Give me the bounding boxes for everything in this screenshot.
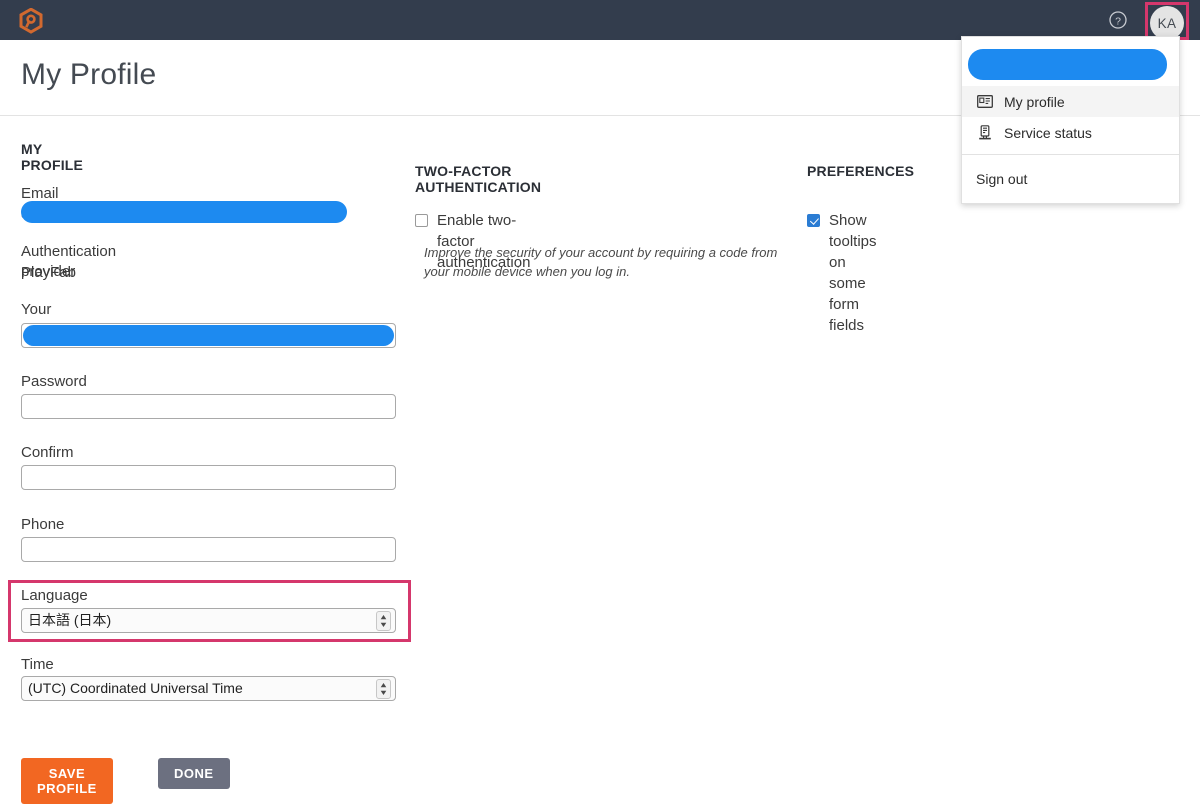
account-name-redaction — [968, 49, 1167, 80]
two-factor-hint-line-1: Improve the security of your account by … — [424, 245, 778, 260]
chevron-updown-icon — [376, 679, 391, 699]
playfab-logo[interactable] — [18, 7, 44, 34]
your-name-redaction — [23, 325, 394, 346]
page-title: My Profile — [21, 58, 157, 91]
user-account-menu: My profile Service status Sign out — [961, 36, 1180, 204]
show-tooltips-row[interactable]: Show tooltips on some form fields — [807, 210, 877, 336]
svg-text:?: ? — [1115, 15, 1121, 27]
confirm-password-input[interactable] — [21, 465, 396, 490]
top-navigation-bar: ? KA — [0, 0, 1200, 40]
chevron-updown-icon — [376, 611, 391, 631]
preferences-section-title: PREFERENCES — [807, 163, 915, 179]
time-zone-select-value: (UTC) Coordinated Universal Time — [28, 680, 243, 696]
server-icon — [976, 124, 993, 141]
language-select[interactable]: 日本語 (日本) — [21, 608, 396, 633]
avatar: KA — [1150, 6, 1184, 40]
menu-item-my-profile[interactable]: My profile — [962, 86, 1179, 117]
enable-two-factor-checkbox[interactable] — [415, 214, 428, 227]
help-icon[interactable]: ? — [1108, 10, 1128, 30]
menu-item-service-status[interactable]: Service status — [962, 117, 1179, 148]
language-select-value: 日本語 (日本) — [28, 612, 112, 628]
authentication-provider-value: PlayFab — [21, 264, 77, 281]
menu-item-sign-out[interactable]: Sign out — [962, 155, 1179, 203]
time-zone-select[interactable]: (UTC) Coordinated Universal Time — [21, 676, 396, 701]
show-tooltips-label: Show tooltips on some form fields — [829, 212, 877, 334]
menu-item-my-profile-label: My profile — [1004, 93, 1065, 110]
your-name-input[interactable] — [21, 323, 396, 348]
language-label: Language — [21, 587, 88, 604]
menu-item-sign-out-label: Sign out — [976, 171, 1028, 187]
password-label: Password — [21, 373, 87, 390]
save-profile-button[interactable]: SAVE PROFILE — [21, 758, 113, 804]
two-factor-hint-line-2: your mobile device when you log in. — [424, 264, 630, 279]
show-tooltips-checkbox[interactable] — [807, 214, 820, 227]
two-factor-section-title: TWO-FACTOR AUTHENTICATION — [415, 163, 542, 195]
menu-item-service-status-label: Service status — [1004, 124, 1092, 141]
id-card-icon — [976, 93, 993, 110]
phone-number-input[interactable] — [21, 537, 396, 562]
password-input[interactable] — [21, 394, 396, 419]
email-address-input[interactable] — [21, 201, 347, 223]
user-avatar-button[interactable]: KA — [1145, 2, 1189, 40]
done-button[interactable]: DONE — [158, 758, 230, 789]
my-profile-section-title: MY PROFILE — [21, 141, 84, 173]
